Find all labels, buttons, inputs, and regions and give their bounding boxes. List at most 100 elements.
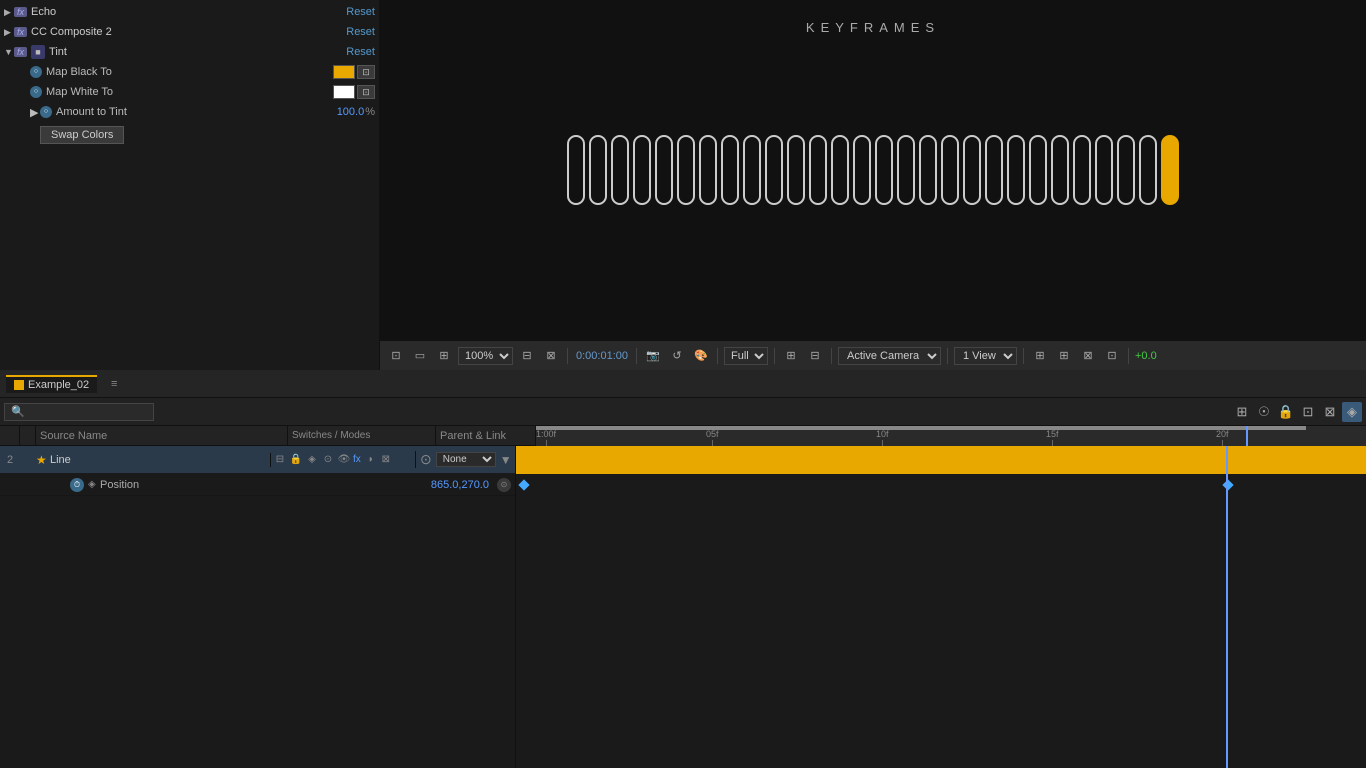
grid-btn[interactable]: ⊞ xyxy=(1054,346,1074,366)
echo-fx-name: Echo xyxy=(31,6,346,18)
bar-28-yellow xyxy=(1161,135,1179,205)
amount-clock-icon[interactable]: ○ xyxy=(40,106,52,118)
map-white-eyedropper[interactable]: ⊡ xyxy=(357,85,375,99)
amount-expand[interactable]: ▶ xyxy=(30,106,40,119)
color-wheel-btn[interactable]: 🎨 xyxy=(691,346,711,366)
map-black-clock-icon[interactable]: ○ xyxy=(30,66,42,78)
transparent-btn[interactable]: ⊟ xyxy=(805,346,825,366)
region-btn[interactable]: ⊞ xyxy=(781,346,801,366)
tl-btn-guide[interactable]: ⊡ xyxy=(1298,402,1318,422)
bar-24 xyxy=(1073,135,1091,205)
tl-btn-lock[interactable]: 🔒 xyxy=(1276,402,1296,422)
effects-panel: ▶ fx Echo Reset ▶ fx CC Composite 2 Rese… xyxy=(0,0,380,370)
cc-reset-btn[interactable]: Reset xyxy=(346,26,375,38)
separator-6 xyxy=(947,348,948,364)
parent-link-icon[interactable]: ⊙ xyxy=(420,451,432,468)
timecode-display[interactable]: 0:00:01:00 xyxy=(576,350,628,362)
position-link-icon[interactable]: ⊙ xyxy=(497,478,511,492)
layer-track-line[interactable] xyxy=(516,446,1366,474)
timeline-search-input[interactable] xyxy=(4,403,154,421)
render-btn[interactable]: ⊡ xyxy=(1102,346,1122,366)
ruler-mark-05f: 05f xyxy=(706,429,719,446)
switch-motion-blur[interactable]: ◑ xyxy=(363,453,377,467)
mask-btn[interactable]: ⊠ xyxy=(1078,346,1098,366)
stereo-btn[interactable]: ⊞ xyxy=(434,346,454,366)
camera-icon-btn[interactable]: 📷 xyxy=(643,346,663,366)
switch-shy[interactable]: ⊟ xyxy=(273,453,287,467)
bar-11 xyxy=(787,135,805,205)
bar-18 xyxy=(941,135,959,205)
cc-fx-name: CC Composite 2 xyxy=(31,26,346,38)
tl-btn-graph-editor[interactable]: ◈ xyxy=(1342,402,1362,422)
preview-canvas: KEYFRAMES xyxy=(380,0,1366,340)
timeline-menu-icon[interactable]: ≡ xyxy=(107,377,121,391)
amount-value[interactable]: 100.0 xyxy=(337,106,365,118)
snapshot-btn[interactable]: ⊡ xyxy=(386,346,406,366)
effect-tint-row[interactable]: ▼ fx ■ Tint Reset xyxy=(0,42,379,62)
separator-7 xyxy=(1023,348,1024,364)
monitor-btn[interactable]: ▭ xyxy=(410,346,430,366)
col-num-header xyxy=(0,426,20,445)
layer-name-line[interactable]: Line xyxy=(50,454,270,466)
position-stopwatch-icon[interactable]: ⏱ xyxy=(70,478,84,492)
tl-btn-new-comp[interactable]: ⊞ xyxy=(1232,402,1252,422)
map-black-color-swatch[interactable] xyxy=(333,65,355,79)
amount-to-tint-label: Amount to Tint xyxy=(56,106,337,118)
switch-vis[interactable]: 👁 xyxy=(337,453,351,467)
bar-19 xyxy=(963,135,981,205)
comp-tab-name: Example_02 xyxy=(28,379,89,391)
switch-3d[interactable]: ◈ xyxy=(305,453,319,467)
bar-9 xyxy=(743,135,761,205)
ruler-mark-20f: 20f xyxy=(1216,429,1229,446)
map-white-color-swatch[interactable] xyxy=(333,85,355,99)
echo-expand-arrow[interactable]: ▶ xyxy=(4,7,14,18)
parent-header: Parent & Link xyxy=(436,426,536,445)
effect-echo-row[interactable]: ▶ fx Echo Reset xyxy=(0,2,379,22)
map-white-clock-icon[interactable]: ○ xyxy=(30,86,42,98)
bar-26 xyxy=(1117,135,1135,205)
switch-solo[interactable]: ⊙ xyxy=(321,453,335,467)
bar-17 xyxy=(919,135,937,205)
fit-width-btn[interactable]: ⊟ xyxy=(517,346,537,366)
layer-row-line[interactable]: 2 ★ Line ⊟ 🔒 ◈ ⊙ 👁 fx ◑ ⊠ ⊙ xyxy=(0,446,515,474)
zoom-select[interactable]: 100% xyxy=(458,347,513,365)
preview-toolbar: ⊡ ▭ ⊞ 100% ⊟ ⊠ 0:00:01:00 📷 ↺ 🎨 Full ⊞ ⊟… xyxy=(380,340,1366,370)
parent-dropdown-arrow[interactable]: ▼ xyxy=(500,453,512,467)
tint-reset-btn[interactable]: Reset xyxy=(346,46,375,58)
position-label: Position xyxy=(100,479,431,491)
comp-tab[interactable]: Example_02 xyxy=(6,375,97,393)
tint-expand-arrow[interactable]: ▼ xyxy=(4,47,14,57)
keyframe-end[interactable] xyxy=(1222,479,1233,490)
camera-select[interactable]: Active Camera xyxy=(838,347,941,365)
keyframe-start[interactable] xyxy=(518,479,529,490)
safe-zones-btn[interactable]: ⊞ xyxy=(1030,346,1050,366)
source-name-header: Source Name xyxy=(36,426,288,445)
cc-expand-arrow[interactable]: ▶ xyxy=(4,27,14,38)
switch-lock[interactable]: 🔒 xyxy=(289,453,303,467)
quality-select[interactable]: Full xyxy=(724,347,768,365)
separator-5 xyxy=(831,348,832,364)
timeline-ruler[interactable]: 1:00f 05f 10f 15f 20f 25f xyxy=(536,426,1366,446)
map-black-to-label: Map Black To xyxy=(46,66,333,78)
layer-star-line[interactable]: ★ xyxy=(36,453,50,467)
separator-8 xyxy=(1128,348,1129,364)
swap-colors-container: Swap Colors xyxy=(0,124,379,144)
map-black-to-row: ○ Map Black To ⊡ xyxy=(0,62,379,82)
fx-badge-layer[interactable]: fx xyxy=(353,454,361,465)
map-black-eyedropper[interactable]: ⊡ xyxy=(357,65,375,79)
tl-btn-label[interactable]: ⊠ xyxy=(1320,402,1340,422)
echo-reset-btn[interactable]: Reset xyxy=(346,6,375,18)
parent-none-select[interactable]: None xyxy=(436,452,496,467)
switch-adjustment[interactable]: ⊠ xyxy=(379,453,393,467)
layer-switches-line: ⊟ 🔒 ◈ ⊙ 👁 fx ◑ ⊠ xyxy=(270,453,415,467)
loop-btn[interactable]: ↺ xyxy=(667,346,687,366)
tl-btn-solo[interactable]: ☉ xyxy=(1254,402,1274,422)
position-value[interactable]: 865.0,270.0 xyxy=(431,479,489,491)
position-graph-icon[interactable]: ◈ xyxy=(88,479,100,490)
ruler-mark-10f: 10f xyxy=(876,429,889,446)
swap-colors-button[interactable]: Swap Colors xyxy=(40,126,124,144)
fit-height-btn[interactable]: ⊠ xyxy=(541,346,561,366)
bar-20 xyxy=(985,135,1003,205)
effect-cc-composite-row[interactable]: ▶ fx CC Composite 2 Reset xyxy=(0,22,379,42)
view-select[interactable]: 1 View xyxy=(954,347,1017,365)
